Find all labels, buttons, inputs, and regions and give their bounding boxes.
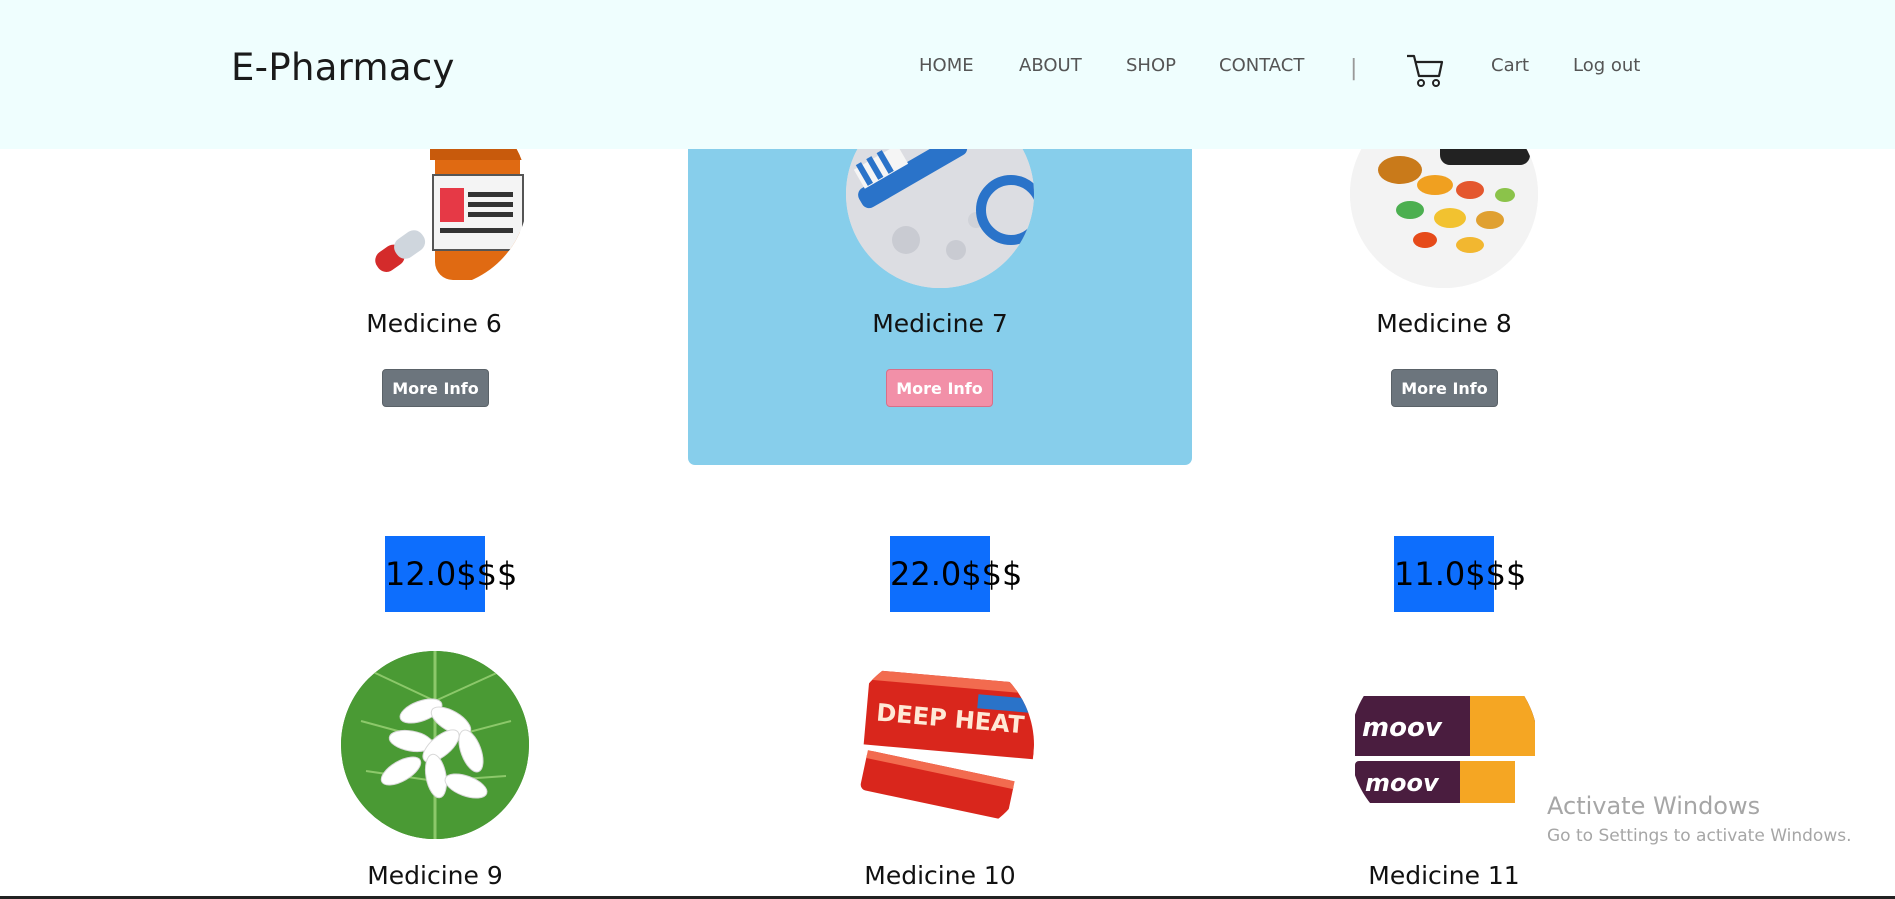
more-info-button[interactable]: More Info: [886, 369, 993, 407]
nav-contact[interactable]: CONTACT: [1219, 55, 1304, 76]
svg-text:moov: moov: [1362, 713, 1443, 743]
product-name: Medicine 10: [864, 861, 1016, 890]
product-name: Medicine 6: [366, 309, 502, 338]
nav-about[interactable]: ABOUT: [1019, 55, 1082, 76]
nav-cart[interactable]: Cart: [1491, 55, 1529, 76]
price-text: 12.0$$$: [385, 555, 518, 593]
product-name: Medicine 9: [367, 861, 503, 890]
nav-home[interactable]: HOME: [919, 55, 974, 76]
price-badge: 11.0$$$: [1394, 536, 1526, 612]
nav-shop[interactable]: SHOP: [1126, 55, 1176, 76]
price-text: 22.0$$$: [890, 555, 1023, 593]
product-image-medicine-10: DEEP HEAT: [846, 651, 1034, 839]
price-text: 11.0$$$: [1394, 555, 1527, 593]
product-name: Medicine 8: [1376, 309, 1512, 338]
product-image-medicine-11: moov moov: [1350, 651, 1538, 839]
nav-logout[interactable]: Log out: [1573, 55, 1640, 76]
product-name: Medicine 7: [872, 309, 1008, 338]
cart-icon[interactable]: [1405, 52, 1445, 90]
product-name: Medicine 11: [1368, 861, 1520, 890]
product-image-medicine-9: [341, 651, 529, 839]
watermark-subtitle: Go to Settings to activate Windows.: [1547, 826, 1852, 846]
watermark-title: Activate Windows: [1547, 792, 1761, 820]
price-badge: 22.0$$$: [890, 536, 1022, 612]
more-info-button[interactable]: More Info: [1391, 369, 1498, 407]
svg-text:moov: moov: [1365, 769, 1440, 797]
price-badge: 12.0$$$: [385, 536, 517, 612]
more-info-button[interactable]: More Info: [382, 369, 489, 407]
nav-separator: |: [1350, 56, 1358, 81]
navbar: E-Pharmacy HOME ABOUT SHOP CONTACT | Car…: [0, 0, 1895, 149]
brand-logo[interactable]: E-Pharmacy: [231, 46, 455, 89]
